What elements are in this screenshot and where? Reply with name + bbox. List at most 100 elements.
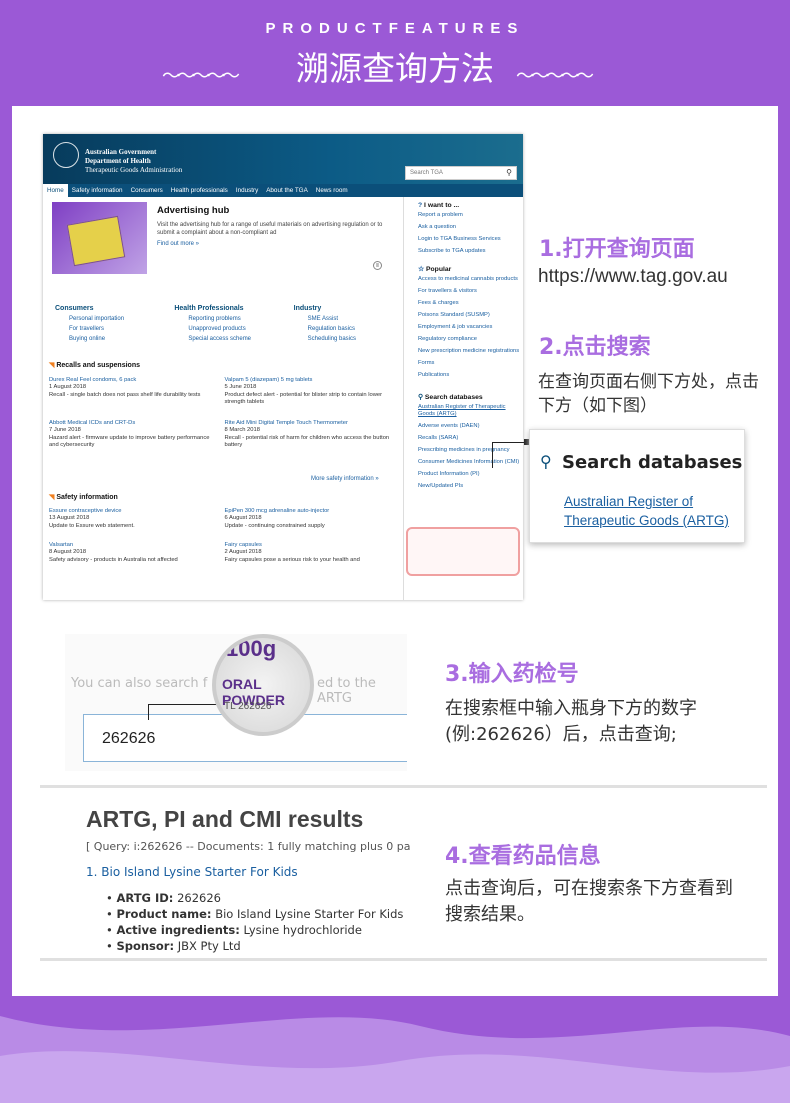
side-link[interactable]: Forms bbox=[418, 360, 523, 367]
link-unapproved-products[interactable]: Unapproved products bbox=[174, 326, 275, 332]
side-link[interactable]: Consumer Medicines Information (CMI) bbox=[418, 459, 523, 466]
tga-banner: Australian Government Department of Heal… bbox=[43, 134, 523, 184]
recalls-row-2: Abbott Medical ICDs and CRT-Ds 7 June 201… bbox=[49, 420, 390, 449]
side-link[interactable]: Report a problem bbox=[418, 212, 523, 219]
tga-main: Advertising hub Visit the advertising hu… bbox=[49, 197, 399, 600]
side-link[interactable]: Login to TGA Business Services bbox=[418, 236, 523, 243]
side-link[interactable]: Recalls (SARA) bbox=[418, 435, 523, 442]
side-link[interactable]: Fees & charges bbox=[418, 300, 523, 307]
field-active-ingredients: • Active ingredients: Lysine hydrochlori… bbox=[106, 923, 362, 937]
col-industry: Industry SME Assist Regulation basics Sc… bbox=[294, 305, 395, 346]
side-link[interactable]: Adverse events (DAEN) bbox=[418, 423, 523, 430]
safety-row-1: Essure contraceptive device 13 August 201… bbox=[49, 508, 330, 529]
nav-about[interactable]: About the TGA bbox=[262, 184, 312, 197]
results-screenshot: ARTG, PI and CMI results [ Query: i:2626… bbox=[42, 806, 410, 960]
want-heading: ? I want to ... bbox=[418, 202, 460, 209]
more-safety-link[interactable]: More safety information » bbox=[311, 476, 379, 482]
advert-text: Visit the advertising hub for a range of… bbox=[157, 222, 383, 236]
results-query: [ Query: i:262626 -- Documents: 1 fully … bbox=[86, 840, 410, 853]
search-databases-highlight bbox=[406, 527, 520, 576]
search-databases-callout: ⚲ Search databases Australian Register o… bbox=[529, 429, 745, 543]
side-link[interactable]: Prescribing medicines in pregnancy bbox=[418, 447, 523, 454]
divider bbox=[40, 785, 767, 788]
link-regulation-basics[interactable]: Regulation basics bbox=[294, 326, 395, 332]
step2-title: 2.点击搜索 bbox=[539, 335, 651, 360]
artg-search-value: 262626 bbox=[102, 730, 156, 747]
link-special-access[interactable]: Special access scheme bbox=[174, 336, 275, 342]
side-link[interactable]: Ask a question bbox=[418, 224, 523, 231]
recall-link[interactable]: Rite Aid Mini Digital Temple Touch Therm… bbox=[225, 420, 348, 426]
side-link[interactable]: Regulatory compliance bbox=[418, 336, 523, 343]
safety-link[interactable]: EpiPen 300 mcg adrenaline auto-injector bbox=[225, 508, 330, 514]
tga-nav: Home Safety information Consumers Health… bbox=[43, 184, 523, 197]
magnifier-lens: 100g ORAL POWDER TL 262626 bbox=[212, 634, 314, 736]
link-scheduling-basics[interactable]: Scheduling basics bbox=[294, 336, 395, 342]
safety-link[interactable]: Fairy capsules bbox=[225, 542, 262, 548]
content-panel: Australian Government Department of Heal… bbox=[12, 106, 778, 996]
link-reporting-problems[interactable]: Reporting problems bbox=[174, 316, 275, 322]
pointer-line bbox=[148, 704, 149, 720]
gov-label: Australian Government Department of Heal… bbox=[85, 148, 183, 174]
advert-title: Advertising hub bbox=[157, 205, 230, 216]
side-link[interactable]: Access to medicinal cannabis products bbox=[418, 276, 523, 283]
safety-link[interactable]: Essure contraceptive device bbox=[49, 508, 122, 514]
side-link[interactable]: Poisons Standard (SUSMP) bbox=[418, 312, 523, 319]
divider bbox=[40, 958, 767, 961]
nav-health[interactable]: Health professionals bbox=[167, 184, 232, 197]
recall-link[interactable]: Abbott Medical ICDs and CRT-Ds bbox=[49, 420, 135, 426]
recall-link[interactable]: Durex Real Feel condoms, 6 pack bbox=[49, 377, 136, 383]
tga-homepage-screenshot: Australian Government Department of Heal… bbox=[43, 134, 523, 600]
faded-hint-2: ed to the ARTG bbox=[317, 676, 376, 706]
safety-link[interactable]: Valsartan bbox=[49, 542, 73, 548]
side-link[interactable]: Subscribe to TGA updates bbox=[418, 248, 523, 255]
recalls-row-1: Durex Real Feel condoms, 6 pack 1 August … bbox=[49, 377, 383, 406]
advert-image bbox=[52, 202, 147, 274]
recall-link[interactable]: Valpam 5 (diazepam) 5 mg tablets bbox=[225, 377, 313, 383]
page-subtitle: PRODUCTFEATURES bbox=[265, 20, 525, 37]
side-link[interactable]: Publications bbox=[418, 372, 523, 379]
coat-of-arms-icon bbox=[53, 142, 79, 168]
callout-title: Search databases bbox=[562, 452, 743, 473]
search-icon: ⚲ bbox=[418, 394, 423, 401]
side-link[interactable]: Product Information (PI) bbox=[418, 471, 523, 478]
wave-right: 〜〜〜〜〜 bbox=[516, 66, 594, 87]
nav-consumers[interactable]: Consumers bbox=[127, 184, 167, 197]
result-link[interactable]: 1. Bio Island Lysine Starter For Kids bbox=[86, 865, 298, 879]
category-columns: Consumers Personal importation For trave… bbox=[55, 305, 395, 346]
nav-industry[interactable]: Industry bbox=[232, 184, 262, 197]
link-personal-importation[interactable]: Personal importation bbox=[55, 316, 156, 322]
side-link[interactable]: For travellers & visitors bbox=[418, 288, 523, 295]
safety-heading: ◥ Safety information bbox=[49, 494, 118, 501]
callout-artg-link[interactable]: Australian Register of Therapeutic Goods… bbox=[564, 492, 744, 530]
pointer-line bbox=[492, 442, 493, 468]
tga-search-input[interactable]: Search TGA ⚲ bbox=[405, 166, 517, 180]
nav-safety[interactable]: Safety information bbox=[68, 184, 127, 197]
search-icon: ⚲ bbox=[540, 452, 552, 471]
step1-title: 1.打开查询页面 bbox=[539, 237, 695, 262]
rss-icon: ◥ bbox=[49, 494, 55, 501]
step2-text: 在查询页面右侧下方处，点击下方（如下图） bbox=[538, 372, 759, 416]
step3-title: 3.输入药检号 bbox=[445, 662, 579, 687]
nav-home[interactable]: Home bbox=[43, 184, 68, 197]
step4-title: 4.查看药品信息 bbox=[445, 844, 601, 869]
side-link[interactable]: New/Updated PIs bbox=[418, 483, 523, 490]
recalls-heading: ◥ Recalls and suspensions bbox=[49, 362, 140, 369]
magnifier-lot: TL 262626 bbox=[224, 701, 272, 712]
advert-link[interactable]: Find out more » bbox=[157, 241, 199, 247]
faded-hint: You can also search f bbox=[71, 676, 208, 691]
side-link[interactable]: Employment & job vacancies bbox=[418, 324, 523, 331]
search-icon[interactable]: ⚲ bbox=[506, 168, 512, 177]
link-for-travellers[interactable]: For travellers bbox=[55, 326, 156, 332]
side-link[interactable]: New prescription medicine registrations bbox=[418, 348, 523, 355]
pause-icon[interactable]: ll bbox=[373, 261, 382, 270]
pointer-line bbox=[148, 704, 218, 705]
tga-sidebar: ? I want to ... Report a problem Ask a q… bbox=[403, 197, 523, 600]
nav-news[interactable]: News room bbox=[312, 184, 352, 197]
artg-link[interactable]: Australian Register of Therapeutic Goods… bbox=[418, 404, 523, 418]
link-buying-online[interactable]: Buying online bbox=[55, 336, 156, 342]
step4-text: 点击查询后，可在搜索条下方查看到搜索结果。 bbox=[445, 878, 733, 925]
link-sme-assist[interactable]: SME Assist bbox=[294, 316, 395, 322]
rss-icon: ◥ bbox=[49, 362, 55, 369]
star-icon: ☆ bbox=[418, 266, 425, 273]
bottom-waves bbox=[0, 1016, 790, 1103]
